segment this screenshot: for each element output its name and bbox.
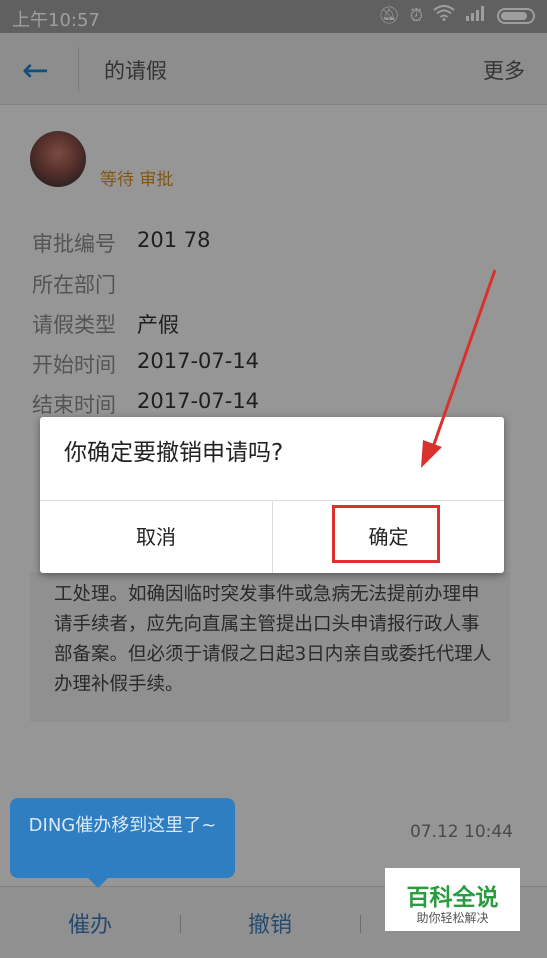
ding-tooltip[interactable]: DING催办移到这里了~ [10,798,235,888]
cancel-button[interactable]: 取消 [40,501,272,573]
tooltip-text: DING催办移到这里了~ [28,815,217,836]
watermark-title: 百科全说 [406,885,499,911]
dialog-message: 你确定要撤销申请吗? [64,440,284,466]
confirm-dialog: 你确定要撤销申请吗? 取消 确定 [40,417,504,573]
watermark-subtitle: 助你轻松解决 [416,911,489,925]
watermark-logo: 百科全说 助你轻松解决 [385,868,520,931]
confirm-highlight-box [332,505,440,563]
